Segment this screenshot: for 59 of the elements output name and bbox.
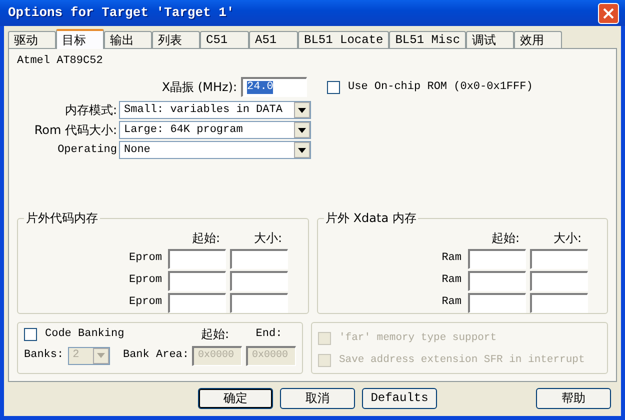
tab[interactable]: 驱动 (8, 31, 56, 48)
address-field[interactable] (468, 270, 526, 291)
field-label: 内存模式: (64, 102, 118, 118)
tab[interactable]: 列表 (152, 31, 200, 48)
row-label: Eprom (128, 274, 163, 288)
address-field[interactable] (168, 270, 226, 291)
group-title: 片外 Xdata 内存 (324, 211, 418, 226)
tab[interactable]: BL51 Misc (389, 31, 466, 48)
size-field[interactable] (530, 248, 588, 269)
device-label: Atmel AT89C52 (17, 55, 104, 68)
crystal-frequency-field[interactable]: 24.0 (241, 77, 307, 98)
tab[interactable]: 效用 (514, 31, 562, 48)
address-field[interactable] (468, 292, 526, 313)
tab[interactable]: 目标 (56, 29, 104, 49)
field-label: Banks: (24, 348, 64, 362)
tab[interactable]: BL51 Locate (298, 31, 390, 48)
checkbox-label: Use On-chip ROM (0x0-0x1FFF) (348, 80, 533, 94)
tab[interactable]: C51 (200, 31, 249, 48)
close-icon (603, 8, 614, 18)
size-field[interactable] (230, 292, 288, 313)
field-label: X晶振 (MHz): (160, 80, 238, 94)
column-header: 大小: (552, 231, 583, 246)
dialog-button[interactable]: Defaults (362, 388, 437, 409)
checkbox-label: 'far' memory type support (339, 332, 497, 344)
size-field[interactable] (530, 292, 588, 313)
dropdown[interactable]: Small: variables in DATA (119, 101, 311, 120)
row-label: Ram (440, 296, 462, 310)
dialog-button[interactable]: 确定 (198, 388, 273, 409)
column-header: 起始: (200, 327, 230, 342)
row-label: Eprom (128, 252, 163, 266)
row-label: Eprom (128, 296, 163, 310)
address-field[interactable] (168, 248, 226, 269)
window-title: Options for Target 'Target 1' (8, 5, 234, 21)
size-field[interactable] (230, 270, 288, 291)
dialog-button[interactable]: 帮助 (536, 388, 611, 409)
address-field[interactable] (468, 248, 526, 269)
tab[interactable]: 输出 (104, 31, 152, 48)
close-button[interactable] (598, 2, 619, 24)
tab[interactable]: 调试 (466, 31, 514, 48)
field-label: Operating (56, 144, 118, 157)
row-label: Ram (440, 252, 462, 266)
field-label: Bank Area: (122, 348, 189, 362)
field-label: Rom 代码大小: (33, 122, 118, 138)
checkbox[interactable] (327, 80, 340, 94)
checkbox-label: Code Banking (45, 328, 124, 341)
dropdown[interactable]: Large: 64K program (119, 121, 311, 140)
dropdown[interactable]: None (119, 141, 311, 160)
column-header: End: (254, 328, 284, 341)
row-label: Ram (440, 274, 462, 288)
address-field[interactable] (168, 292, 226, 313)
dialog-button[interactable]: 取消 (280, 388, 355, 409)
column-header: 起始: (490, 231, 521, 246)
checkbox-label: Save address extension SFR in interrupt (339, 354, 585, 366)
column-header: 大小: (252, 231, 284, 246)
size-field[interactable] (230, 248, 288, 269)
column-header: 起始: (190, 231, 222, 246)
group-title: 片外代码内存 (24, 211, 100, 226)
tab[interactable]: A51 (249, 31, 298, 48)
size-field[interactable] (530, 270, 588, 291)
